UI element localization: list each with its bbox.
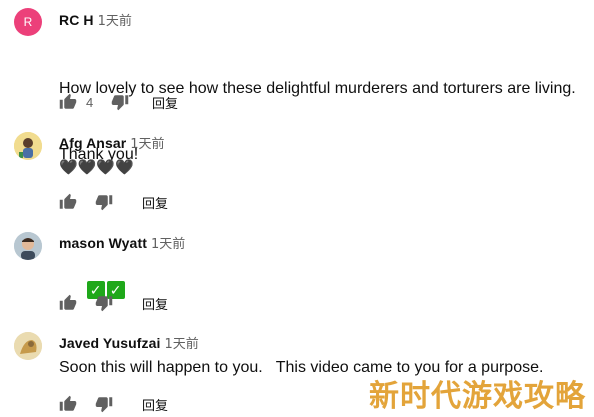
avatar-letter: R [23, 15, 33, 29]
timestamp[interactable]: 1天前 [98, 10, 132, 29]
thumbs-down-icon[interactable] [110, 92, 130, 112]
avatar[interactable]: R [14, 8, 42, 36]
thumbs-down-icon[interactable] [94, 192, 114, 212]
comment-header: mason Wyatt 1天前 [59, 233, 185, 252]
timestamp[interactable]: 1天前 [165, 333, 199, 352]
reply-button[interactable]: 回复 [152, 93, 178, 112]
timestamp[interactable]: 1天前 [151, 233, 185, 252]
avatar[interactable] [14, 332, 42, 360]
author-name[interactable]: RC H [59, 12, 94, 28]
avatar[interactable] [14, 232, 42, 260]
thumbs-up-icon[interactable] [58, 192, 78, 212]
reply-button[interactable]: 回复 [142, 193, 168, 212]
avatar-image [14, 232, 42, 260]
reply-button[interactable]: 回复 [142, 395, 168, 414]
comment-header: Javed Yusufzai 1天前 [59, 333, 199, 352]
comment-header: RC H 1天前 [59, 10, 132, 29]
comment-actions: 回复 [58, 392, 168, 416]
author-name[interactable]: Afg Ansar [59, 135, 126, 151]
thumbs-up-icon[interactable] [58, 394, 78, 414]
reply-button[interactable]: 回复 [142, 294, 168, 313]
thumbs-up-icon[interactable] [58, 92, 78, 112]
comment-actions: 回复 [58, 291, 168, 315]
thumbs-up-icon[interactable] [58, 293, 78, 313]
avatar-image [14, 132, 42, 160]
comment-actions: 回复 [58, 190, 168, 214]
comment-actions: 4 回复 [58, 90, 178, 114]
thumbs-down-icon[interactable] [94, 293, 114, 313]
thumbs-down-icon[interactable] [94, 394, 114, 414]
comment-header: Afg Ansar 1天前 [59, 133, 165, 152]
watermark-text: 新时代游戏攻略 [369, 379, 586, 414]
timestamp[interactable]: 1天前 [130, 133, 164, 152]
like-count: 4 [86, 94, 94, 110]
author-name[interactable]: mason Wyatt [59, 235, 147, 251]
comment-item: Afg Ansar 1天前 🖤🖤🖤🖤 回复 [0, 120, 594, 220]
comment-item: mason Wyatt 1天前 ✓ ✓ 回复 [0, 220, 594, 320]
comments-page: R RC H 1天前 How lovely to see how these d… [0, 0, 594, 417]
avatar[interactable] [14, 132, 42, 160]
author-name[interactable]: Javed Yusufzai [59, 335, 161, 351]
comment-item: R RC H 1天前 How lovely to see how these d… [0, 0, 594, 163]
avatar-image [14, 332, 42, 360]
comment-text: 🖤🖤🖤🖤 [59, 158, 134, 176]
